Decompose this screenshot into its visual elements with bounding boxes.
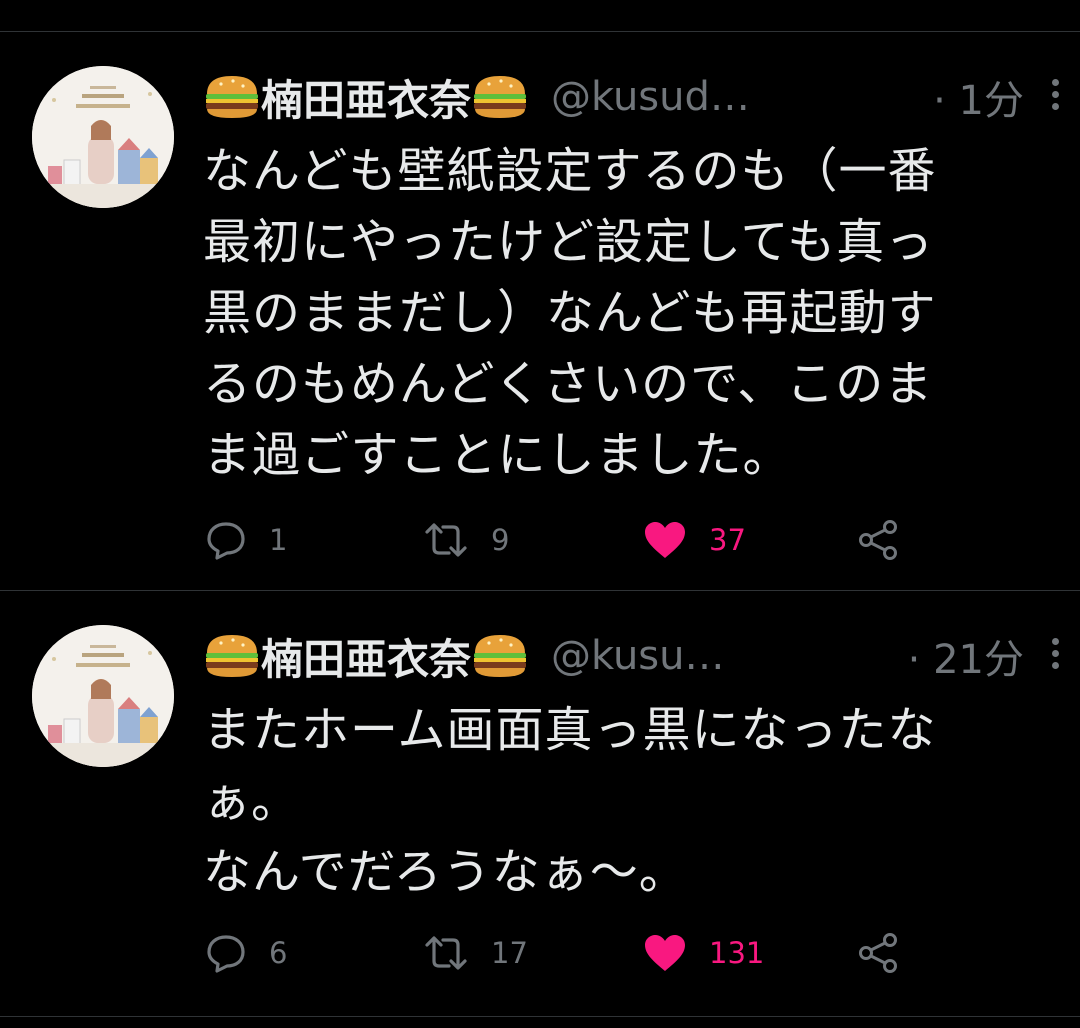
like-button[interactable]: 37 bbox=[643, 518, 746, 562]
share-icon bbox=[859, 933, 897, 973]
hamburger-emoji-icon bbox=[474, 76, 527, 118]
reply-count: 6 bbox=[269, 936, 288, 970]
tweet-text-line: またホーム画面真っ黒になったな bbox=[203, 702, 937, 758]
like-button[interactable]: 131 bbox=[643, 931, 764, 975]
avatar[interactable] bbox=[32, 66, 174, 208]
hamburger-emoji-icon bbox=[474, 635, 527, 677]
more-options-icon[interactable] bbox=[1050, 79, 1060, 115]
retweet-button[interactable]: 9 bbox=[423, 518, 509, 562]
tweet-text-line: ま過ごすことにしました。 bbox=[203, 427, 792, 483]
hamburger-emoji-icon bbox=[206, 635, 258, 677]
retweet-count: 17 bbox=[491, 936, 528, 970]
reply-button[interactable]: 1 bbox=[205, 518, 287, 562]
tweet-actions: 1 9 37 bbox=[205, 518, 925, 562]
display-name-text: 楠田亜衣奈 bbox=[261, 75, 472, 125]
reply-icon bbox=[207, 935, 245, 973]
like-count: 37 bbox=[709, 523, 746, 557]
tweet-text-line: ぁ。 bbox=[203, 773, 301, 829]
timeline-feed: 楠田亜衣奈 @kusud… · 1分 なんども壁紙設定するのも（一番 最初にやっ… bbox=[0, 0, 1080, 1028]
tweet-text-line: 最初にやったけど設定しても真っ bbox=[203, 214, 935, 270]
hamburger-emoji-icon bbox=[206, 76, 258, 118]
retweet-icon bbox=[425, 936, 467, 970]
tweet-2[interactable]: 楠田亜衣奈 @kusu… · 21分 またホーム画面真っ黒になったな ぁ。 なん… bbox=[0, 591, 1080, 1016]
timestamp[interactable]: · 21分 bbox=[908, 627, 1024, 685]
user-handle[interactable]: @kusud… bbox=[551, 74, 750, 120]
tweet-text: なんども壁紙設定するのも（一番 最初にやったけど設定しても真っ 黒のままだし）な… bbox=[203, 136, 1023, 491]
tweet-text-line: 黒のままだし）なんども再起動す bbox=[203, 285, 937, 341]
retweet-count: 9 bbox=[491, 523, 510, 557]
display-name-text: 楠田亜衣奈 bbox=[261, 634, 472, 684]
tweet-text: またホーム画面真っ黒になったな ぁ。 なんでだろうなぁ〜。 bbox=[203, 695, 1023, 908]
heart-filled-icon bbox=[645, 522, 685, 558]
like-count: 131 bbox=[709, 936, 765, 970]
share-button[interactable] bbox=[857, 518, 901, 562]
heart-filled-icon bbox=[645, 935, 685, 971]
tweet-text-line: るのもめんどくさいので、このま bbox=[203, 356, 934, 412]
display-name[interactable]: 楠田亜衣奈 bbox=[203, 67, 529, 128]
tweet-actions: 6 17 131 bbox=[205, 931, 925, 975]
tweet-text-line: なんども壁紙設定するのも（一番 bbox=[203, 143, 937, 199]
divider bbox=[0, 1016, 1080, 1017]
display-name[interactable]: 楠田亜衣奈 bbox=[203, 626, 529, 687]
tweet-header: 楠田亜衣奈 @kusud… · 1分 bbox=[203, 67, 1060, 127]
avatar[interactable] bbox=[32, 625, 174, 767]
retweet-icon bbox=[425, 523, 467, 557]
tweet-text-line: なんでだろうなぁ〜。 bbox=[203, 844, 688, 900]
reply-icon bbox=[207, 522, 245, 560]
tweet-1[interactable]: 楠田亜衣奈 @kusud… · 1分 なんども壁紙設定するのも（一番 最初にやっ… bbox=[0, 32, 1080, 590]
reply-count: 1 bbox=[269, 523, 288, 557]
tweet-header: 楠田亜衣奈 @kusu… · 21分 bbox=[203, 626, 1060, 686]
more-options-icon[interactable] bbox=[1050, 638, 1060, 674]
share-icon bbox=[859, 520, 897, 560]
reply-button[interactable]: 6 bbox=[205, 931, 287, 975]
user-handle[interactable]: @kusu… bbox=[551, 633, 724, 679]
share-button[interactable] bbox=[857, 931, 901, 975]
retweet-button[interactable]: 17 bbox=[423, 931, 528, 975]
timestamp[interactable]: · 1分 bbox=[933, 68, 1024, 126]
